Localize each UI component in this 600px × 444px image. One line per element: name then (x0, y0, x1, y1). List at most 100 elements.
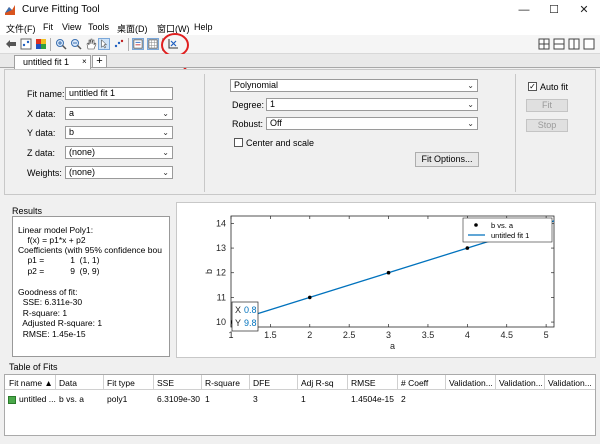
fit-name-input[interactable]: untitled fit 1 (65, 87, 173, 100)
center-scale-checkbox[interactable] (234, 138, 243, 147)
results-line: RMSE: 1.45e-15 (18, 329, 86, 339)
chevron-down-icon: ⌄ (467, 119, 474, 128)
z-data-value: (none) (69, 147, 96, 157)
table-cell: untitled ... (19, 394, 56, 404)
datatip-x-value: 0.8 (244, 305, 257, 315)
column-header-fit-type[interactable]: Fit type (107, 378, 135, 388)
minimize-button[interactable]: — (509, 0, 539, 20)
fit-type-value: Polynomial (234, 80, 279, 90)
weights-dropdown[interactable]: (none) ⌄ (65, 166, 173, 179)
column-header-sse[interactable]: SSE (157, 378, 174, 388)
y-data-value: b (69, 127, 75, 137)
results-line: Adjusted R-square: 1 (18, 318, 103, 328)
tile-vertical-icon[interactable] (568, 38, 580, 50)
close-window-button[interactable]: ✕ (569, 0, 599, 20)
table-row[interactable]: untitled ... b vs. a poly1 6.3109e-30 1 … (5, 390, 595, 404)
data-point (307, 295, 312, 300)
fit-settings-panel: Fit name: untitled fit 1 X data: a ⌄ Y da… (4, 69, 596, 195)
menu-tools[interactable]: Tools (88, 22, 109, 32)
x-tick-label: 1.5 (264, 330, 277, 340)
table-cell: 6.3109e-30 (157, 394, 201, 404)
table-cell: 1 (301, 394, 306, 404)
column-header-num-coeff[interactable]: # Coeff (401, 378, 428, 388)
results-line: p1 = 1 (1, 1) (18, 255, 100, 265)
table-of-fits: Fit name ▲ Data Fit type SSE R-square DF… (4, 374, 596, 436)
y-axis-label: b (204, 269, 214, 274)
results-line: R-square: 1 (18, 308, 68, 318)
legend-label: b vs. a (491, 221, 514, 230)
x-data-label: X data: (27, 109, 56, 119)
fit-plot[interactable]: 1 1.5 2 2.5 3 3.5 4 4.5 5 10 11 12 13 14 a b b vs. aunti… (177, 203, 597, 359)
degree-dropdown[interactable]: 1 ⌄ (266, 98, 478, 111)
tab-close-icon[interactable]: × (82, 57, 87, 66)
column-header-validation-1[interactable]: Validation... (449, 378, 493, 388)
colormap-icon[interactable] (35, 38, 47, 50)
data-cursor-icon[interactable] (98, 38, 110, 50)
results-line: p2 = 9 (9, 9) (18, 266, 100, 276)
degree-label: Degree: (232, 100, 265, 110)
column-header-adj-rsq[interactable]: Adj R-sq (301, 378, 334, 388)
data-icon[interactable] (20, 38, 32, 50)
table-cell: 3 (253, 394, 258, 404)
stop-button[interactable]: Stop (526, 119, 568, 132)
exclude-outliers-icon[interactable] (113, 38, 125, 50)
menu-fit[interactable]: Fit (43, 22, 53, 32)
column-header-r-square[interactable]: R-square (205, 378, 240, 388)
y-tick-label: 13 (216, 243, 226, 253)
y-data-dropdown[interactable]: b ⌄ (65, 126, 173, 139)
matlab-app-icon (5, 5, 15, 15)
data-point (386, 270, 391, 275)
x-data-dropdown[interactable]: a ⌄ (65, 107, 173, 120)
window-title: Curve Fitting Tool (22, 4, 100, 15)
fit-button[interactable]: Fit (526, 99, 568, 112)
single-panel-icon[interactable] (583, 38, 595, 50)
fit-type-dropdown[interactable]: Polynomial ⌄ (230, 79, 478, 92)
column-header-rmse[interactable]: RMSE (351, 378, 376, 388)
robust-value: Off (270, 118, 282, 128)
column-header-validation-3[interactable]: Validation... (548, 378, 592, 388)
fit-status-icon (8, 396, 16, 404)
tile-horizontal-icon[interactable] (553, 38, 565, 50)
grid-icon[interactable] (147, 38, 159, 50)
column-header-validation-2[interactable]: Validation... (499, 378, 543, 388)
column-header-data[interactable]: Data (59, 378, 77, 388)
weights-label: Weights: (27, 168, 62, 178)
column-header-fit-name[interactable]: Fit name ▲ (9, 378, 53, 388)
chevron-down-icon: ⌄ (162, 109, 169, 118)
table-cell: 1 (205, 394, 210, 404)
x-tick-label: 2 (307, 330, 312, 340)
zoom-in-icon[interactable] (55, 38, 67, 50)
tab-untitled-fit-1[interactable]: untitled fit 1 × (14, 55, 91, 69)
toolbar-separator (50, 38, 51, 51)
auto-fit-checkbox[interactable]: ✓ (528, 82, 537, 91)
menu-file[interactable]: 文件(F) (6, 22, 36, 35)
column-header-dfe[interactable]: DFE (253, 378, 270, 388)
chevron-down-icon: ⌄ (467, 100, 474, 109)
legend-icon[interactable] (132, 38, 144, 50)
pan-hand-icon[interactable] (85, 38, 97, 50)
y-tick-label: 11 (217, 292, 226, 302)
z-data-dropdown[interactable]: (none) ⌄ (65, 146, 173, 159)
x-tick-label: 4.5 (500, 330, 513, 340)
results-line: Coefficients (with 95% confidence bou (18, 245, 162, 255)
add-tab-button[interactable]: + (92, 55, 107, 68)
menu-desktop[interactable]: 桌面(D) (117, 22, 148, 35)
maximize-button[interactable]: ☐ (539, 0, 569, 20)
center-scale-label: Center and scale (246, 138, 315, 148)
table-header-row: Fit name ▲ Data Fit type SSE R-square DF… (5, 375, 595, 390)
tile-layout-icon[interactable] (538, 38, 550, 50)
fit-options-button[interactable]: Fit Options... (415, 152, 479, 167)
results-text-box[interactable]: Linear model Poly1: f(x) = p1*x + p2 Coe… (12, 216, 170, 357)
column-divider (347, 375, 348, 390)
tab-label: untitled fit 1 (23, 57, 70, 67)
column-divider (249, 375, 250, 390)
y-data-label: Y data: (27, 128, 56, 138)
robust-dropdown[interactable]: Off ⌄ (266, 117, 478, 130)
menu-view[interactable]: View (62, 22, 81, 32)
column-divider (103, 375, 104, 390)
column-divider (397, 375, 398, 390)
toolbar (0, 35, 600, 54)
zoom-out-icon[interactable] (70, 38, 82, 50)
column-divider (445, 375, 446, 390)
back-arrow-icon[interactable] (5, 38, 17, 50)
